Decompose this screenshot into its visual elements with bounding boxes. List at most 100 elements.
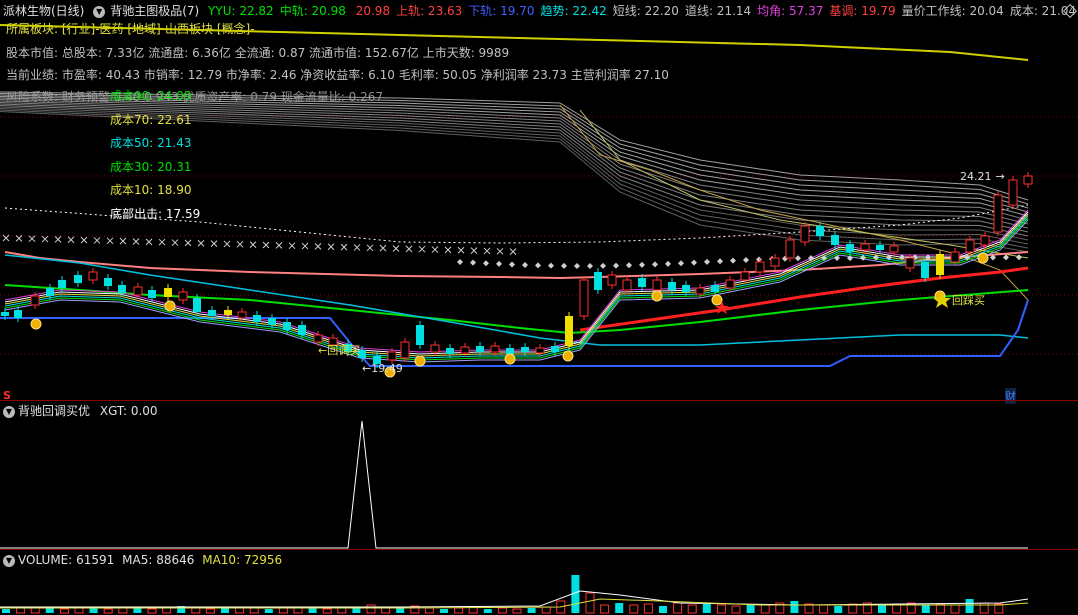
x-marker xyxy=(301,242,309,250)
candle-body-up xyxy=(607,274,617,286)
volume-bar xyxy=(293,607,303,614)
ma-line xyxy=(4,217,1029,361)
cost-line-label: 成本90: 24.09 xyxy=(110,89,192,103)
candle-body-down xyxy=(416,325,424,345)
x-marker xyxy=(67,236,75,244)
x-marker xyxy=(509,248,517,256)
gold-coin xyxy=(504,353,516,365)
volume-bar xyxy=(878,605,886,613)
gold-coin xyxy=(977,252,989,264)
candle-body-down xyxy=(521,347,529,352)
sub-indicator-chart[interactable] xyxy=(0,401,1078,549)
candle-body-up xyxy=(980,235,990,246)
volume-bar xyxy=(483,609,492,613)
volume-chart[interactable] xyxy=(0,551,1078,615)
diamond-marker xyxy=(860,254,866,261)
candle-body-down xyxy=(711,285,719,292)
diamond-marker xyxy=(678,260,684,267)
panel-divider-2 xyxy=(0,549,1078,550)
x-marker xyxy=(379,244,387,252)
volume-bar xyxy=(205,608,215,614)
gold-coin xyxy=(414,355,426,367)
volume-bar xyxy=(147,608,157,614)
diamond-marker xyxy=(1003,254,1009,261)
candle-body-down xyxy=(58,280,66,288)
volume-bar xyxy=(322,608,332,614)
volume-bar xyxy=(440,609,448,613)
candle-body-up xyxy=(622,279,632,291)
volume-bar xyxy=(702,604,711,613)
pullback-buy-label: ←回调买 xyxy=(318,344,361,357)
x-marker xyxy=(470,247,478,254)
volume-bar xyxy=(512,608,522,614)
x-marker xyxy=(223,240,231,248)
diamond-marker xyxy=(1016,254,1022,261)
candle-body-down xyxy=(148,290,156,298)
candle-body-down xyxy=(668,282,676,290)
x-marker xyxy=(2,234,10,242)
gold-coin xyxy=(711,294,723,306)
candle-body-down xyxy=(446,348,454,354)
x-marker xyxy=(145,238,153,246)
volume-bar xyxy=(600,604,610,614)
candle-body-down xyxy=(936,254,944,275)
diamond-marker xyxy=(600,262,606,269)
candle-body-down xyxy=(1,312,9,316)
x-marker xyxy=(275,241,283,249)
ma-line xyxy=(4,219,1029,363)
volume-bar xyxy=(760,604,770,614)
candle-body-up xyxy=(460,346,470,354)
volume-bar xyxy=(2,609,10,613)
diamond-marker xyxy=(613,262,619,269)
candle-body-down xyxy=(551,346,559,352)
volume-bar xyxy=(687,604,697,614)
volume-bar xyxy=(103,608,113,614)
candle-body-down xyxy=(14,310,22,318)
volume-bar xyxy=(497,607,507,614)
gold-coin xyxy=(164,300,176,312)
candle-body-up xyxy=(695,287,705,295)
candle-body-up xyxy=(535,347,545,354)
candle-body-down xyxy=(283,322,291,330)
volume-bar xyxy=(659,606,667,613)
volume-bar xyxy=(527,608,536,613)
candle-body-down xyxy=(594,272,602,290)
upper-trend-line xyxy=(0,24,1029,61)
candle-body-down xyxy=(816,226,824,236)
candle-body-down xyxy=(118,285,126,293)
diamond-marker xyxy=(509,261,515,268)
x-marker xyxy=(171,239,179,246)
candle-body-down xyxy=(298,325,306,335)
diamond-marker xyxy=(639,261,645,268)
x-marker xyxy=(106,237,114,245)
volume-bar xyxy=(834,606,843,613)
diamond-marker xyxy=(808,255,814,262)
volume-bar xyxy=(89,608,98,613)
x-marker xyxy=(314,243,322,250)
candle-body-down xyxy=(208,310,216,316)
x-marker xyxy=(444,246,452,254)
x-marker xyxy=(431,246,439,253)
cost-line-label: 底部出击: 17.59 xyxy=(110,206,201,221)
x-marker xyxy=(132,238,140,245)
x-marker xyxy=(93,237,101,244)
volume-bar xyxy=(162,607,172,614)
candle-body-down xyxy=(565,316,573,346)
candle-body-down xyxy=(831,235,839,245)
candle-body-up xyxy=(740,271,750,281)
volume-bar xyxy=(16,607,26,614)
x-marker xyxy=(54,236,62,243)
x-marker xyxy=(210,240,218,247)
volume-bar xyxy=(790,601,799,613)
volume-bar xyxy=(746,604,755,613)
candle-body-down xyxy=(476,346,484,352)
candle-body-down xyxy=(104,278,112,286)
candle-body-up xyxy=(1023,175,1033,185)
high-price-label: 24.21 → xyxy=(960,170,1005,183)
cost-line-label: 成本10: 18.90 xyxy=(110,183,192,197)
candle-body-up xyxy=(993,194,1003,233)
x-marker xyxy=(366,244,374,252)
candle-body-up xyxy=(579,279,589,317)
retest-buy-label: 回踩买 xyxy=(952,294,985,307)
cost-line-label: 成本50: 21.43 xyxy=(110,136,192,150)
